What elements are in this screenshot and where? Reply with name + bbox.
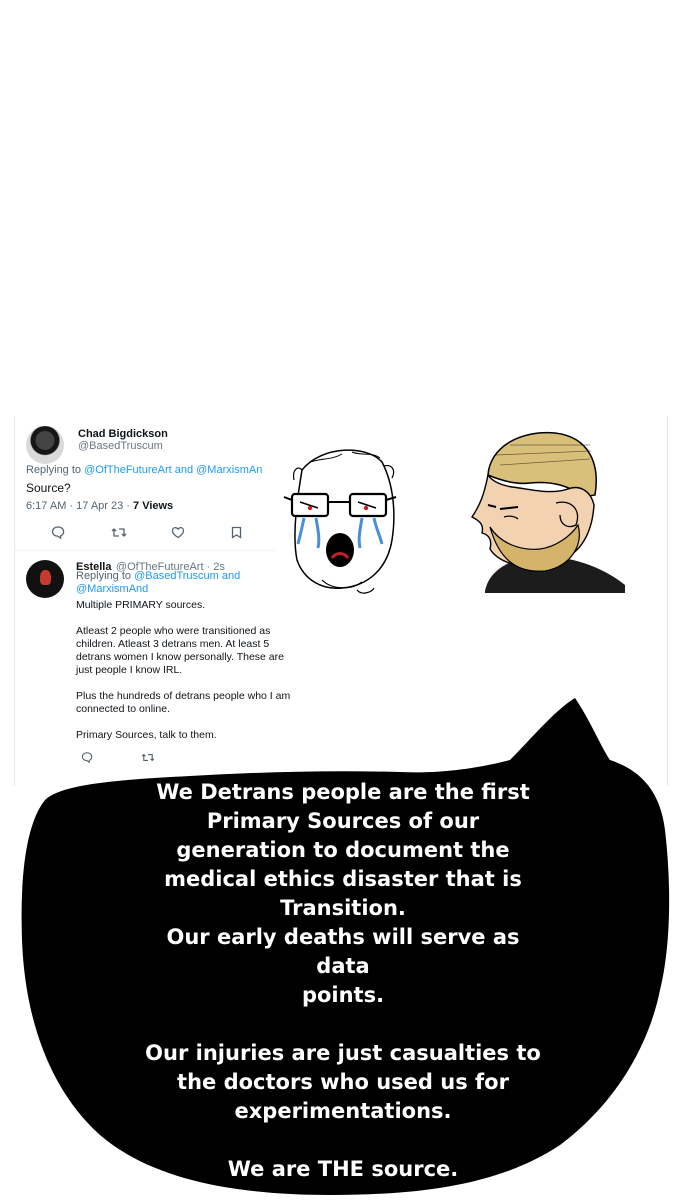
nordic-chad-drawing [470, 431, 625, 593]
estella-avatar[interactable] [26, 560, 64, 598]
retweet-icon[interactable] [111, 526, 171, 539]
tweet1-actions [51, 526, 291, 539]
tweet1-views: 7 Views [133, 500, 174, 512]
tweet2-replying-link-2[interactable]: @MarxismAnd [76, 583, 148, 595]
tweet-divider [15, 550, 275, 551]
tweet1-text: Source? [26, 481, 71, 495]
tweet1-author-handle[interactable]: @BasedTruscum [78, 440, 168, 452]
tweet1-meta: 6:17 AM · 17 Apr 23 · 7 Views [26, 500, 174, 512]
chad-avatar[interactable] [26, 426, 64, 464]
tweet1-replying-to: Replying to @OfTheFutureArt and @Marxism… [26, 464, 263, 476]
speech-bubble-caption: We Detrans people are the first Primary … [145, 780, 541, 1181]
crying-wojak-drawing [283, 449, 397, 594]
tweet1-author-name[interactable]: Chad Bigdickson [78, 428, 168, 440]
tweet2-replying-link-1[interactable]: @BasedTruscum and [134, 570, 240, 582]
reply-icon[interactable] [51, 526, 111, 539]
like-icon[interactable] [171, 526, 231, 539]
tweet1-replying-links[interactable]: @OfTheFutureArt and @MarxismAn [84, 464, 262, 476]
tweet-header-1: Chad Bigdickson @BasedTruscum [78, 428, 168, 452]
tweet2-replying-to: Replying to @BasedTruscum and @MarxismAn… [76, 570, 241, 595]
